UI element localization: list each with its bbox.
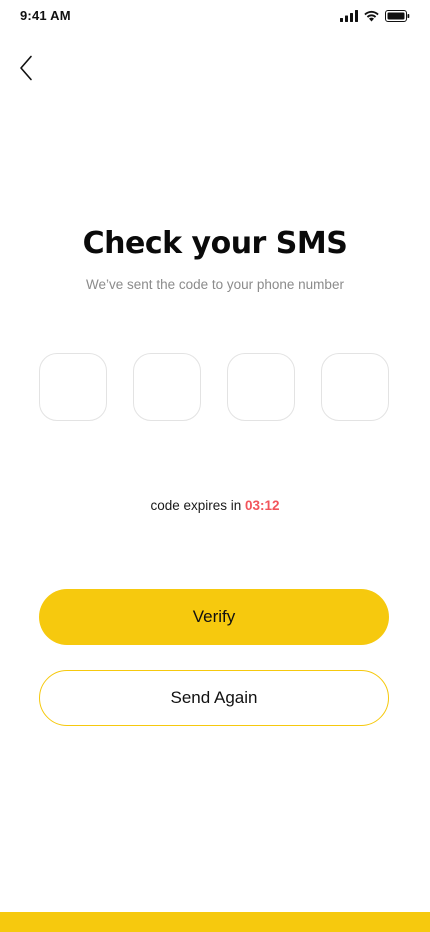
otp-digit-4[interactable] [321,353,389,421]
wifi-icon [363,9,380,27]
code-expiry-timer: 03:12 [245,498,280,513]
back-button[interactable] [14,54,38,86]
verify-button[interactable]: Verify [39,589,389,645]
otp-digit-2[interactable] [133,353,201,421]
otp-digit-1[interactable] [39,353,107,421]
status-bar: 9:41 AM [0,0,430,32]
signal-icon [340,9,358,27]
verify-button-label: Verify [192,607,236,626]
chevron-left-icon [19,55,33,86]
page-title: Check your SMS [82,226,348,261]
page-subtitle: We’ve sent the code to your phone number [86,277,344,292]
send-again-button[interactable]: Send Again [39,670,389,726]
otp-digit-3[interactable] [227,353,295,421]
bottom-accent-bar [0,912,430,932]
code-expiry-label: code expires in [150,498,242,513]
status-icons [340,9,410,27]
otp-input-group [39,353,389,421]
status-time: 9:41 AM [20,8,71,23]
battery-icon [385,9,410,27]
code-expiry: code expires in 03:12 [0,498,430,513]
send-again-button-label: Send Again [170,688,258,707]
